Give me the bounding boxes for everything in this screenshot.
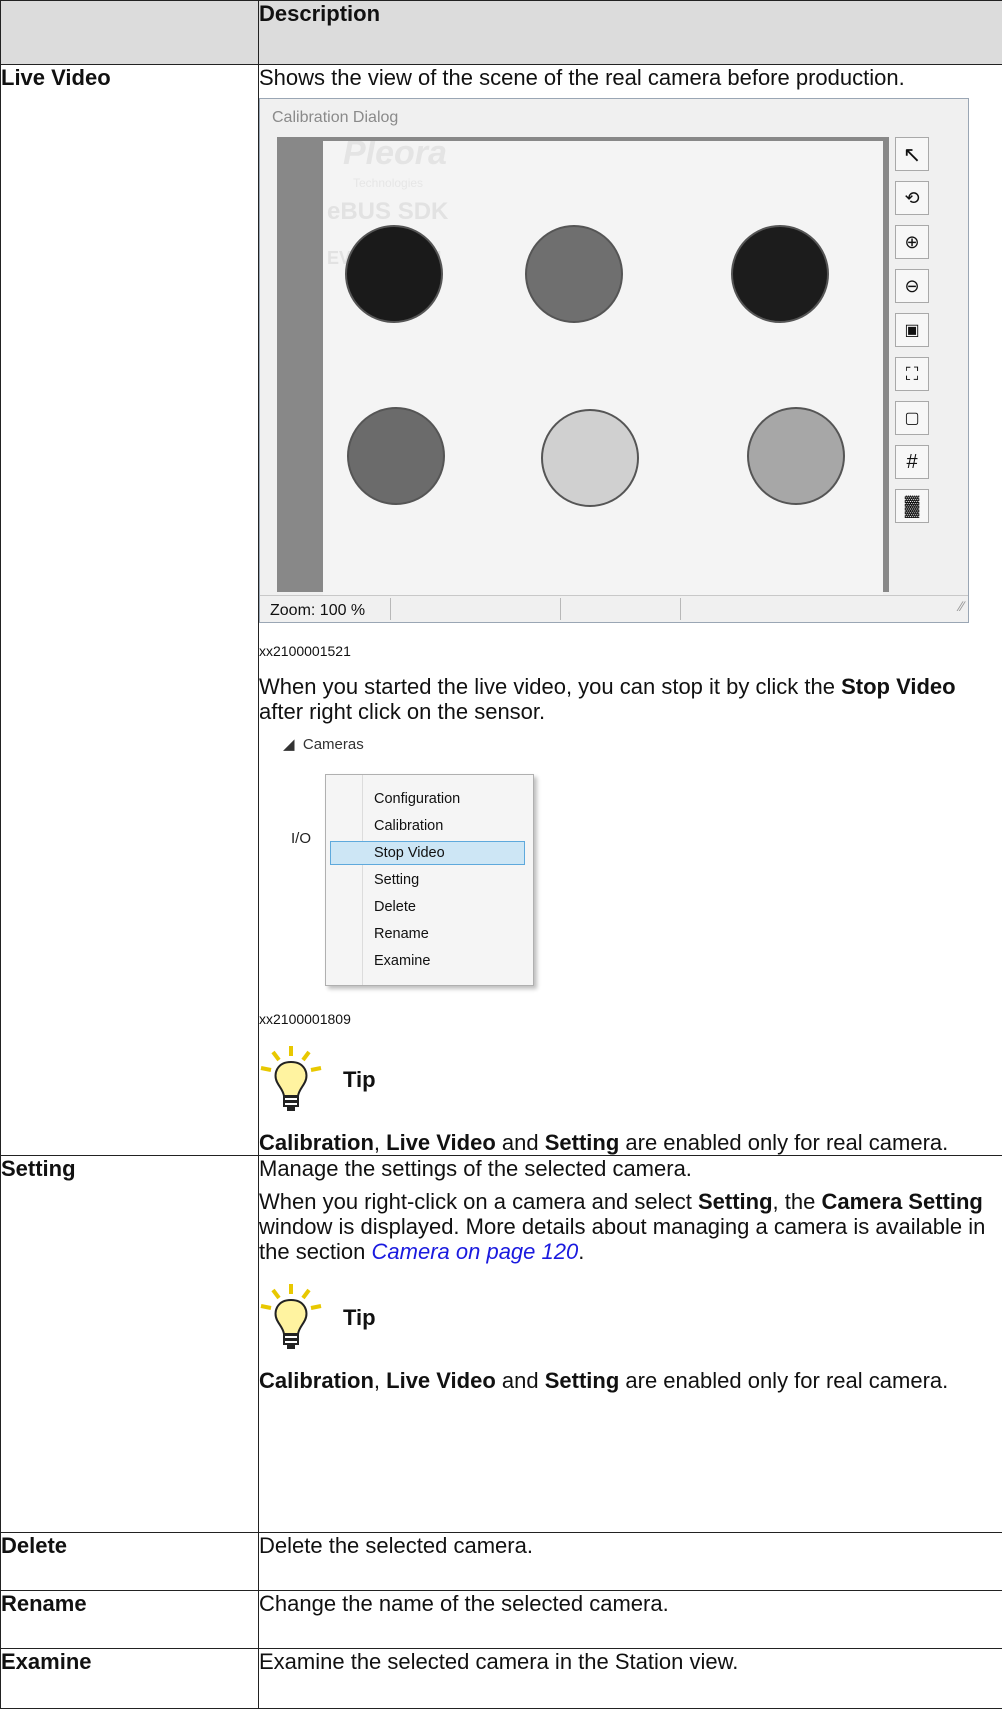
text-bold: Calibration	[259, 1368, 374, 1393]
text-bold: Setting	[545, 1130, 620, 1155]
live-video-intro: Shows the view of the scene of the real …	[259, 65, 1002, 90]
row-label: Live Video	[1, 65, 259, 1156]
image-icon[interactable]: ▣	[895, 313, 929, 347]
fit-icon[interactable]: ⛶	[895, 357, 929, 391]
watermark-logo: Pleora	[343, 141, 447, 166]
stop-video-text: When you started the live video, you can…	[259, 674, 1002, 724]
status-separator	[680, 598, 681, 620]
dialog-toolbar: ↖ ⟲ ⊕ ⊖ ▣ ⛶ ▢ # ▓	[895, 137, 935, 533]
text-bold: Live Video	[386, 1130, 496, 1155]
text-run: and	[496, 1368, 545, 1393]
context-menu: Configuration Calibration Stop Video Set…	[325, 774, 534, 986]
text-run: When you started the live video, you can…	[259, 674, 841, 699]
text-bold: Setting	[698, 1189, 773, 1214]
row-description: Change the name of the selected camera.	[259, 1591, 1002, 1649]
tip-note: Calibration, Live Video and Setting are …	[259, 1368, 1002, 1393]
text-run: and	[496, 1130, 545, 1155]
menu-item-configuration[interactable]: Configuration	[374, 787, 460, 812]
watermark-sub: Technologies	[353, 171, 423, 196]
cross-reference-link[interactable]: Camera on page 120	[372, 1239, 579, 1264]
row-label: Setting	[1, 1156, 259, 1533]
zoom-in-icon[interactable]: ⊕	[895, 225, 929, 259]
row-label: Rename	[1, 1591, 259, 1649]
row-examine: Examine Examine the selected camera in t…	[1, 1649, 1002, 1709]
zoom-out-icon[interactable]: ⊖	[895, 269, 929, 303]
figure-id: xx2100001809	[259, 1007, 1002, 1032]
menu-item-rename[interactable]: Rename	[374, 922, 429, 947]
figure-id: xx2100001521	[259, 639, 1002, 664]
row-live-video: Live Video Shows the view of the scene o…	[1, 65, 1002, 1156]
camera-view[interactable]: Pleora Technologies eBUS SDK EVALUATION	[277, 137, 889, 592]
row-description: Shows the view of the scene of the real …	[259, 65, 1002, 1156]
menu-item-examine[interactable]: Examine	[374, 949, 430, 974]
tip-label: Tip	[343, 1067, 376, 1092]
text-run: ,	[374, 1368, 386, 1393]
setting-paragraph: When you right-click on a camera and sel…	[259, 1189, 1002, 1264]
text-run: after right click on the sensor.	[259, 699, 545, 724]
header-description: Description	[259, 1, 1002, 65]
row-setting: Setting Manage the settings of the selec…	[1, 1156, 1002, 1533]
text-bold: Camera Setting	[821, 1189, 982, 1214]
menu-gutter	[362, 775, 363, 985]
calibration-dot	[347, 407, 445, 505]
row-description: Delete the selected camera.	[259, 1533, 1002, 1591]
status-bar: Zoom: 100 % ∕∕	[260, 595, 968, 622]
lightbulb-icon	[259, 1282, 323, 1352]
lightbulb-icon	[259, 1044, 323, 1114]
menu-item-setting[interactable]: Setting	[374, 868, 419, 893]
row-label: Delete	[1, 1533, 259, 1591]
calibration-dot	[747, 407, 845, 505]
text-bold: Live Video	[386, 1368, 496, 1393]
zoom-level: Zoom: 100 %	[270, 598, 391, 620]
pattern-icon[interactable]: ▓	[895, 489, 929, 523]
text-run: window is displayed. More details about …	[259, 1214, 985, 1264]
tree-label: Cameras	[303, 736, 364, 753]
camera-image: Pleora Technologies eBUS SDK EVALUATION	[323, 141, 883, 596]
resize-icon[interactable]: ▢	[895, 401, 929, 435]
calibration-dot	[541, 409, 639, 507]
row-delete: Delete Delete the selected camera.	[1, 1533, 1002, 1591]
text-bold: Stop Video	[841, 674, 956, 699]
text-bold: Calibration	[259, 1130, 374, 1155]
pointer-icon[interactable]: ↖	[895, 137, 929, 171]
resize-grip-icon[interactable]: ∕∕	[959, 594, 964, 619]
rotate-select-icon[interactable]: ⟲	[895, 181, 929, 215]
text-run: When you right-click on a camera and sel…	[259, 1189, 698, 1214]
tree-cameras[interactable]: ◢ Cameras	[283, 732, 364, 757]
row-description: Manage the settings of the selected came…	[259, 1156, 1002, 1533]
grid-icon[interactable]: #	[895, 445, 929, 479]
text-run: , the	[773, 1189, 822, 1214]
table-header-row: Description	[1, 1, 1002, 65]
text-run: ,	[374, 1130, 386, 1155]
tip-label: Tip	[343, 1305, 376, 1330]
calibration-dot	[731, 225, 829, 323]
menu-item-calibration[interactable]: Calibration	[374, 814, 443, 839]
watermark-sdk: eBUS SDK	[327, 199, 448, 224]
header-empty	[1, 1, 259, 65]
calibration-dot	[345, 225, 443, 323]
status-separator	[560, 598, 561, 620]
command-table: Description Live Video Shows the view of…	[0, 0, 1002, 1709]
tip-box: Tip	[259, 1282, 1002, 1352]
io-label: I/O	[291, 826, 311, 851]
row-rename: Rename Change the name of the selected c…	[1, 1591, 1002, 1649]
text-run: .	[578, 1239, 584, 1264]
tip-box: Tip	[259, 1044, 1002, 1114]
text-bold: Setting	[545, 1368, 620, 1393]
calibration-dialog: Calibration Dialog Pleora Technologies e…	[259, 98, 969, 623]
setting-line1: Manage the settings of the selected came…	[259, 1156, 1002, 1181]
row-description: Examine the selected camera in the Stati…	[259, 1649, 1002, 1709]
dialog-title: Calibration Dialog	[272, 105, 398, 130]
context-menu-figure: ◢ Cameras I/O Configuration Calibration …	[259, 732, 709, 967]
row-label: Examine	[1, 1649, 259, 1709]
text-run: are enabled only for real camera.	[619, 1130, 948, 1155]
menu-item-stop-video[interactable]: Stop Video	[374, 841, 445, 866]
text-run: are enabled only for real camera.	[619, 1368, 948, 1393]
tip-note: Calibration, Live Video and Setting are …	[259, 1130, 1002, 1155]
menu-item-delete[interactable]: Delete	[374, 895, 416, 920]
calibration-dot	[525, 225, 623, 323]
